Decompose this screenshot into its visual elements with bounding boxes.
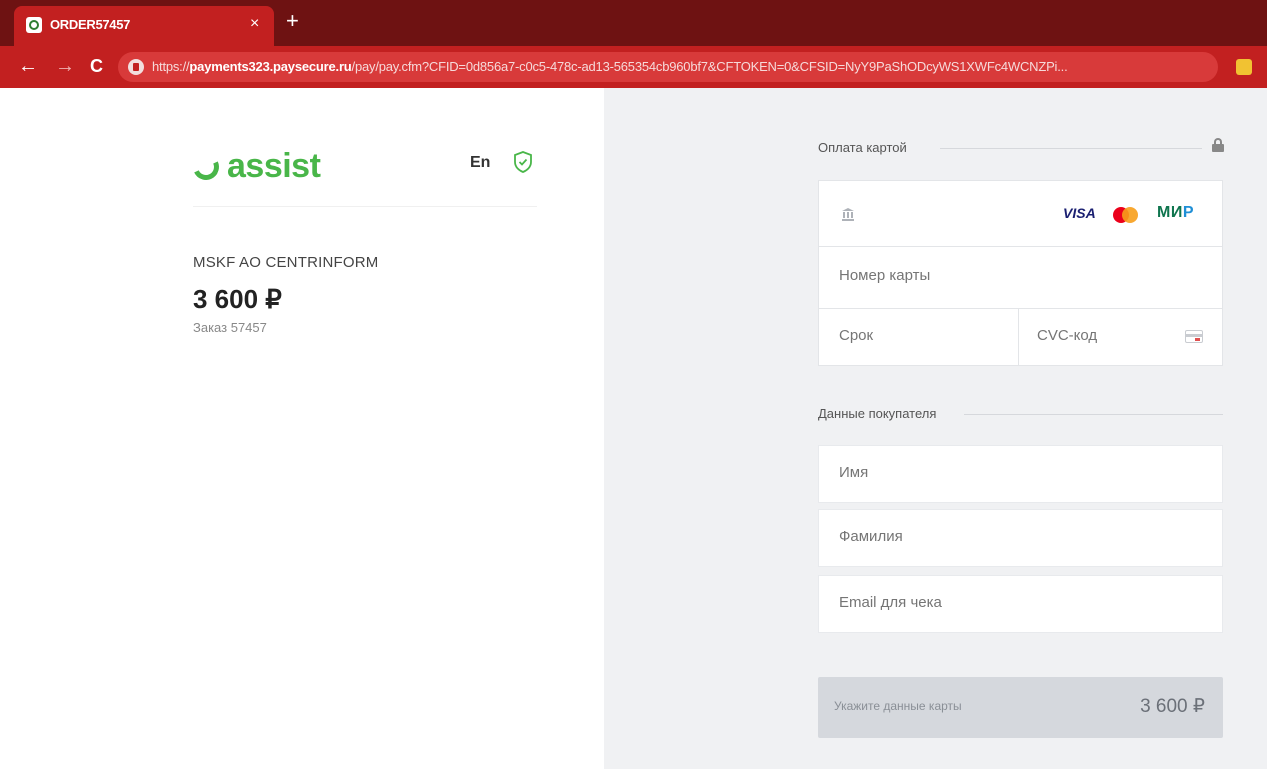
pay-button-amount: 3 600 ₽: [1140, 696, 1205, 717]
email-cell: [818, 575, 1223, 633]
first-name-cell: [818, 445, 1223, 503]
section-divider: [940, 148, 1202, 149]
url-text: https://payments323.paysecure.ru/pay/pay…: [152, 59, 1068, 74]
merchant-name: MSKF AO CENTRINFORM: [193, 254, 379, 271]
card-cvc-cell: [1019, 309, 1222, 365]
language-switch[interactable]: En: [470, 154, 490, 172]
payment-form-pane: Оплата картой VISA МИР Номер карты Срок …: [604, 88, 1267, 769]
pay-button[interactable]: Укажите данные карты 3 600 ₽: [818, 677, 1223, 738]
buyer-input-group: [818, 445, 1223, 635]
last-name-input[interactable]: [839, 528, 1199, 545]
email-input[interactable]: [839, 594, 1199, 611]
back-button[interactable]: ←: [18, 54, 38, 78]
card-input-group: VISA МИР: [818, 180, 1223, 366]
card-brands-row: VISA МИР: [819, 181, 1222, 247]
first-name-input[interactable]: [839, 464, 1199, 481]
shield-check-icon: [514, 151, 532, 173]
card-number-cell: [819, 247, 1222, 309]
favicon-icon: [26, 17, 42, 33]
card-cvc-input[interactable]: [1037, 327, 1177, 344]
assist-logo-icon: [189, 150, 223, 184]
browser-tab-bar: ORDER57457 × +: [0, 0, 1267, 46]
bank-icon: [842, 208, 854, 221]
reload-button[interactable]: C: [90, 54, 103, 78]
address-bar[interactable]: https://payments323.paysecure.ru/pay/pay…: [118, 52, 1218, 82]
pay-button-label: Укажите данные карты: [834, 699, 962, 713]
browser-toolbar: ← → C https://payments323.paysecure.ru/p…: [0, 46, 1267, 88]
order-amount: 3 600 ₽: [193, 284, 282, 314]
forward-button[interactable]: →: [55, 54, 75, 78]
visa-logo: VISA: [1063, 205, 1096, 221]
browser-tab[interactable]: ORDER57457 ×: [14, 6, 274, 46]
card-number-input[interactable]: [839, 267, 1199, 284]
order-number: Заказ 57457: [193, 320, 267, 335]
cvc-card-icon: [1185, 330, 1203, 343]
site-info-icon[interactable]: [128, 59, 144, 75]
divider: [193, 206, 537, 207]
buyer-section-title: Данные покупателя: [818, 406, 937, 421]
mir-logo: МИР: [1157, 204, 1194, 221]
last-name-cell: [818, 509, 1223, 567]
payment-page: assist En MSKF AO CENTRINFORM 3 600 ₽ За…: [0, 88, 1267, 769]
card-section-title: Оплата картой: [818, 140, 907, 155]
card-expiry-cell: [819, 309, 1019, 365]
tab-title: ORDER57457: [50, 17, 131, 32]
tab-close-icon[interactable]: ×: [250, 15, 259, 33]
extension-icon[interactable]: [1236, 59, 1252, 75]
logo-text: assist: [227, 147, 321, 185]
mastercard-icon: [1113, 207, 1139, 223]
new-tab-button[interactable]: +: [286, 10, 299, 32]
lock-icon: [1212, 138, 1224, 152]
section-divider: [964, 414, 1223, 415]
order-summary-pane: assist En MSKF AO CENTRINFORM 3 600 ₽ За…: [0, 88, 604, 769]
card-expiry-input[interactable]: [839, 327, 999, 344]
